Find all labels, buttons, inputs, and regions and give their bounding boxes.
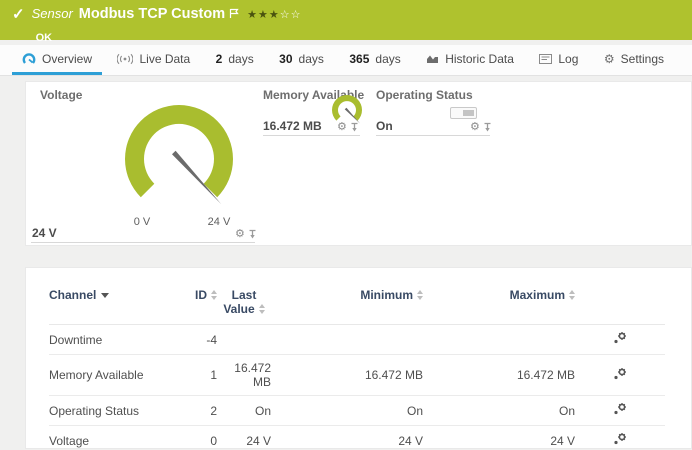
- col-header-channel[interactable]: Channel: [49, 286, 189, 325]
- gear-icon: ⚙: [604, 53, 615, 65]
- channel-id: 1: [189, 355, 217, 396]
- tab-label: Live Data: [139, 52, 190, 66]
- tab-2-days[interactable]: 2 days: [206, 45, 264, 75]
- sort-desc-icon: [101, 293, 109, 298]
- pin-icon[interactable]: [483, 122, 492, 133]
- col-header-minimum[interactable]: Minimum: [271, 286, 423, 325]
- voltage-value: 24 V: [32, 226, 57, 240]
- channels-panel: Channel ID Last Value Minimum Maximum: [25, 267, 692, 449]
- voltage-divider: [31, 242, 255, 243]
- channel-last-value: [217, 325, 271, 355]
- col-header-last-value[interactable]: Last Value: [217, 286, 271, 325]
- status-ok-check-icon: ✓: [12, 7, 25, 40]
- tab-label: Settings: [621, 52, 664, 66]
- sort-icon: [417, 290, 423, 300]
- tab-number: 365: [349, 52, 369, 66]
- channel-minimum: [271, 325, 423, 355]
- tab-30-days[interactable]: 30 days: [269, 45, 334, 75]
- table-row[interactable]: Voltage 0 24 V 24 V 24 V: [49, 426, 665, 450]
- voltage-max-tick: 24 V: [199, 216, 239, 228]
- gauges-panel: Voltage 0 V 24 V 24 V ⚙ Memory Available…: [25, 81, 692, 246]
- tab-live-data[interactable]: Live Data: [107, 45, 200, 75]
- table-row[interactable]: Downtime -4: [49, 325, 665, 355]
- tab-overview[interactable]: Overview: [12, 45, 102, 75]
- channel-name[interactable]: Voltage: [49, 426, 189, 450]
- channel-minimum: 24 V: [271, 426, 423, 450]
- priority-stars: ★★★☆☆: [247, 8, 301, 21]
- gauge-voltage-label: Voltage: [40, 88, 82, 102]
- tab-settings[interactable]: ⚙ Settings: [594, 45, 674, 75]
- page-title: Modbus TCP Custom: [79, 6, 225, 22]
- gauge-icon: [22, 52, 36, 65]
- switch-knob: [463, 110, 474, 116]
- table-row[interactable]: Operating Status 2 On On On: [49, 396, 665, 426]
- memory-value: 16.472 MB: [263, 119, 322, 133]
- operating-divider: [376, 135, 490, 136]
- star-empty-icon[interactable]: ☆: [291, 9, 302, 21]
- table-row[interactable]: Memory Available 1 16.472 MB 16.472 MB 1…: [49, 355, 665, 396]
- tab-label: days: [228, 52, 253, 66]
- status-badge: OK: [36, 32, 302, 44]
- tab-365-days[interactable]: 365 days: [339, 45, 410, 75]
- gauge-operating-label: Operating Status: [376, 88, 473, 102]
- flag-icon[interactable]: [229, 6, 239, 24]
- operating-value: On: [376, 119, 393, 133]
- sort-icon: [211, 290, 217, 300]
- channel-last-value: 24 V: [217, 426, 271, 450]
- pin-icon[interactable]: [248, 229, 257, 240]
- channel-id: 0: [189, 426, 217, 450]
- channel-maximum: On: [423, 396, 575, 426]
- sort-icon: [259, 304, 265, 314]
- channel-name[interactable]: Memory Available: [49, 355, 189, 396]
- col-header-maximum[interactable]: Maximum: [423, 286, 575, 325]
- operating-switch-graphic: [450, 107, 477, 119]
- gear-icon[interactable]: ⚙: [235, 228, 245, 240]
- channel-id: -4: [189, 325, 217, 355]
- channel-last-value: On: [217, 396, 271, 426]
- gear-icon[interactable]: ⚙: [470, 121, 480, 133]
- col-header-actions: [575, 286, 665, 325]
- tab-label: Log: [558, 52, 578, 66]
- pin-icon[interactable]: [350, 122, 359, 133]
- sort-icon: [569, 290, 575, 300]
- voltage-gauge: [99, 82, 259, 212]
- channel-settings-icon[interactable]: [613, 432, 627, 446]
- gear-icon[interactable]: ⚙: [337, 121, 347, 133]
- star-filled-icon[interactable]: ★: [247, 9, 258, 21]
- tab-label: days: [299, 52, 324, 66]
- channel-settings-icon[interactable]: [613, 402, 627, 416]
- channel-name[interactable]: Downtime: [49, 325, 189, 355]
- channel-maximum: 16.472 MB: [423, 355, 575, 396]
- tab-bar: Overview Live Data 2 days 30 days 365 da…: [0, 45, 692, 76]
- channel-maximum: [423, 325, 575, 355]
- star-filled-icon[interactable]: ★: [258, 9, 269, 21]
- channel-last-value: 16.472 MB: [217, 355, 271, 396]
- tab-log[interactable]: Log: [529, 45, 588, 75]
- channels-table: Channel ID Last Value Minimum Maximum: [49, 286, 665, 450]
- log-list-icon: [539, 54, 552, 64]
- star-filled-icon[interactable]: ★: [269, 9, 280, 21]
- chart-icon: [426, 53, 439, 64]
- tab-label: Historic Data: [445, 52, 514, 66]
- tab-label: days: [375, 52, 400, 66]
- sensor-header: ✓ Sensor Modbus TCP Custom ★★★☆☆ OK: [0, 0, 692, 40]
- tab-historic-data[interactable]: Historic Data: [416, 45, 524, 75]
- sensor-type-label: Sensor: [32, 6, 73, 21]
- tab-number: 2: [216, 52, 223, 66]
- channel-settings-icon[interactable]: [613, 367, 627, 381]
- channel-id: 2: [189, 396, 217, 426]
- channel-minimum: 16.472 MB: [271, 355, 423, 396]
- live-signal-icon: [117, 53, 133, 65]
- tab-label: Overview: [42, 52, 92, 66]
- channel-settings-icon[interactable]: [613, 331, 627, 345]
- memory-divider: [263, 135, 360, 136]
- col-header-id[interactable]: ID: [189, 286, 217, 325]
- channel-minimum: On: [271, 396, 423, 426]
- star-empty-icon[interactable]: ☆: [280, 9, 291, 21]
- voltage-min-tick: 0 V: [122, 216, 162, 228]
- channel-name[interactable]: Operating Status: [49, 396, 189, 426]
- tab-number: 30: [279, 52, 292, 66]
- channel-maximum: 24 V: [423, 426, 575, 450]
